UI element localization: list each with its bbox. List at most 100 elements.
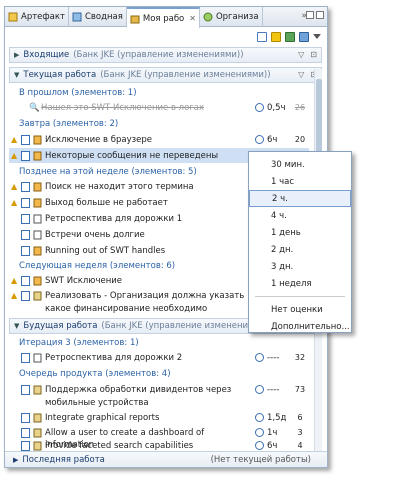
section-recent-work[interactable]: ▶ Последняя работа (Нет текущей работы): [5, 451, 327, 467]
item-estimate[interactable]: 6ч: [267, 135, 291, 145]
tab-my-work[interactable]: Моя рабо ✕: [126, 7, 200, 28]
my-work-icon: [130, 14, 140, 24]
menu-item-4hours[interactable]: 4 ч.: [249, 207, 351, 224]
clock-icon[interactable]: [255, 413, 264, 422]
menu-item-1week[interactable]: 1 неделя: [249, 275, 351, 292]
tab-artifact[interactable]: Артефакт: [5, 7, 69, 27]
work-item-icon: [21, 213, 30, 224]
add-section-icon[interactable]: [257, 32, 267, 42]
clock-icon[interactable]: [255, 103, 264, 112]
item-estimate[interactable]: 1ч: [267, 428, 291, 438]
warning-icon: ▲: [11, 198, 18, 207]
clock-icon[interactable]: [255, 353, 264, 362]
warning-icon: ▲: [11, 151, 18, 160]
item-priority: 20: [294, 135, 306, 144]
menu-item-1hour[interactable]: 1 час: [249, 173, 351, 190]
section-menu-icon[interactable]: ⊡: [310, 50, 317, 59]
defect-icon: [33, 151, 42, 161]
view-menu-icon[interactable]: [313, 34, 321, 40]
defect-icon: [33, 276, 42, 286]
list-item[interactable]: ▲ Исключение в браузере 6ч 20: [9, 132, 309, 147]
group-tomorrow[interactable]: Завтра (элементов: 2): [9, 116, 309, 131]
expand-icon[interactable]: ▶: [13, 456, 18, 464]
warning-icon: ▲: [11, 291, 18, 300]
refresh-icon[interactable]: [271, 32, 281, 42]
section-title: Последняя работа: [22, 454, 105, 465]
search-icon: 🔍: [29, 102, 40, 113]
group-backlog[interactable]: Очередь продукта (элементов: 4): [9, 366, 309, 381]
work-item-icon: [21, 352, 30, 363]
item-estimate[interactable]: 0,5ч: [267, 103, 291, 113]
collapse-icon[interactable]: ▼: [14, 71, 19, 79]
task-icon: [33, 353, 42, 363]
item-estimate[interactable]: 1,5д: [267, 413, 291, 423]
item-estimate[interactable]: ----: [267, 385, 291, 395]
section-incoming[interactable]: ▶ Входящие (Банк JKE (управление изменен…: [9, 47, 322, 63]
expand-icon[interactable]: ▶: [14, 51, 19, 59]
work-item-icon: [21, 290, 30, 301]
menu-item-1day[interactable]: 1 день: [249, 224, 351, 241]
work-item-icon: [21, 150, 30, 161]
list-item[interactable]: Integrate graphical reports 1,5д 6: [9, 410, 309, 425]
tab-label: Организа: [215, 12, 259, 22]
menu-item-3days[interactable]: 3 дн.: [249, 258, 351, 275]
artifact-icon: [8, 12, 18, 22]
clock-icon[interactable]: [255, 135, 264, 144]
item-priority: 3: [297, 428, 303, 437]
section-subtitle: (Банк JKE (управление изменениями)): [100, 70, 271, 80]
clock-icon[interactable]: [255, 441, 264, 450]
warning-icon: ▲: [11, 182, 18, 191]
group-label: Очередь продукта (элементов: 4): [19, 368, 171, 379]
menu-item-30min[interactable]: 30 мин.: [249, 156, 351, 173]
group-past[interactable]: В прошлом (элементов: 1): [9, 85, 309, 100]
item-priority: 32: [294, 353, 306, 362]
clock-icon[interactable]: [255, 385, 264, 394]
menu-item-more[interactable]: Дополнительно...: [249, 318, 351, 335]
group-iteration-3[interactable]: Итерация 3 (элементов: 1): [9, 335, 309, 350]
list-item[interactable]: ▲ Provide faceted search capabilities 6ч…: [9, 438, 309, 453]
download-icon[interactable]: [285, 32, 295, 42]
item-title: Некоторые сообщения не переведены: [45, 150, 219, 161]
tab-summary[interactable]: Сводная: [69, 7, 127, 27]
view-toolbar: [5, 29, 327, 45]
item-estimate[interactable]: ----: [267, 353, 291, 363]
item-estimate[interactable]: 6ч: [267, 441, 291, 451]
group-label: Следующая неделя (элементов: 6): [19, 260, 176, 271]
tab-label: Моя рабо: [142, 13, 185, 24]
section-controls: ▽⊡: [298, 50, 317, 59]
section-current-work[interactable]: ▼ Текущая работа (Банк JKE (управление и…: [9, 67, 322, 83]
clock-icon[interactable]: [255, 428, 264, 437]
item-title: Allow a user to create a dashboard of: [45, 427, 205, 438]
collapse-icon[interactable]: ▼: [14, 322, 19, 330]
filter-icon[interactable]: ▽: [298, 70, 304, 79]
upload-icon[interactable]: [299, 32, 309, 42]
close-icon[interactable]: ✕: [189, 14, 196, 23]
tab-label: Сводная: [84, 12, 123, 22]
filter-icon[interactable]: ▽: [298, 50, 304, 59]
warning-icon: ▲: [11, 276, 18, 285]
window-controls: [306, 11, 324, 19]
menu-item-2hours[interactable]: 2 ч.: [249, 190, 351, 207]
defect-icon: [33, 246, 42, 256]
group-label: Итерация 3 (элементов: 1): [19, 337, 139, 348]
warning-icon: ▲: [11, 135, 18, 144]
work-item-icon: [21, 245, 30, 256]
defect-icon: [33, 198, 42, 208]
item-priority: 73: [294, 385, 306, 394]
list-item[interactable]: 🔍 Нашел это SWT Исключение в логах 0,5ч …: [9, 100, 309, 115]
view-tabbar: Артефакт Сводная Моя рабо ✕ Организа »: [5, 7, 327, 28]
section-title: Будущая работа: [23, 321, 98, 331]
organization-icon: [203, 12, 213, 22]
item-title-line2: мобильные устройства: [45, 397, 149, 408]
maximize-icon[interactable]: [316, 11, 324, 19]
item-title: Provide faceted search capabilities: [45, 440, 194, 451]
group-label: Завтра (элементов: 2): [19, 118, 119, 129]
work-item-icon: [21, 412, 30, 423]
defect-icon: [33, 135, 42, 145]
menu-item-2days[interactable]: 2 дн.: [249, 241, 351, 258]
tab-label: Артефакт: [21, 12, 65, 22]
minimize-icon[interactable]: [306, 11, 314, 19]
tab-organization[interactable]: Организа: [200, 7, 263, 27]
menu-item-no-estimate[interactable]: Нет оценки: [249, 301, 351, 318]
list-item[interactable]: Ретроспектива для дорожки 2 ---- 32: [9, 350, 309, 365]
